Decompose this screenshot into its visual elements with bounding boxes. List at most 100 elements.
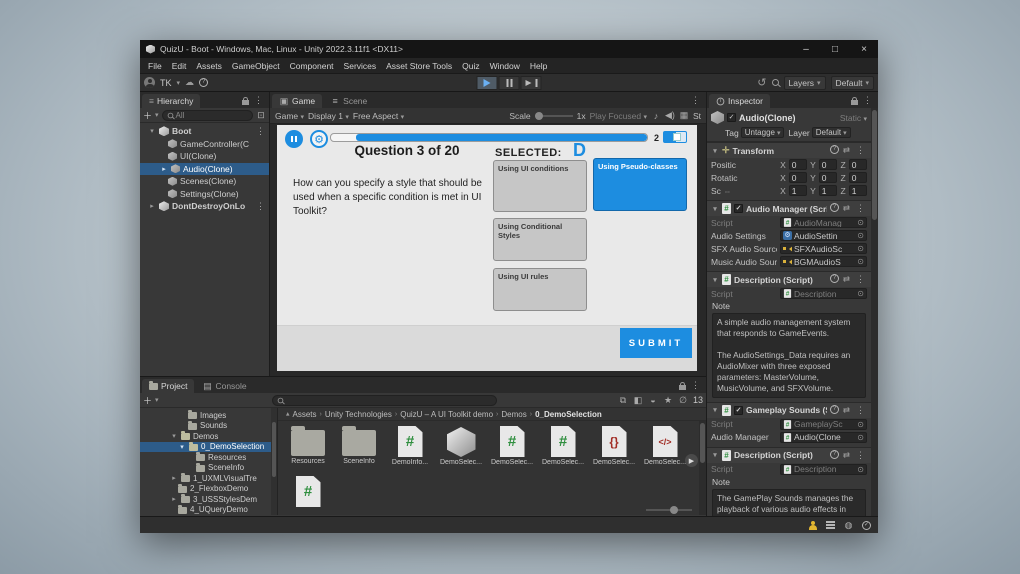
display-dropdown[interactable]: Display 1 ▾ [308,111,349,121]
menu-asset-store-tools[interactable]: Asset Store Tools [381,60,457,72]
object-picker-icon[interactable]: ⊙ [857,420,864,429]
display-target-dropdown[interactable]: Game ▾ [275,111,304,121]
hierarchy-add-button[interactable]: ＋ [143,109,152,122]
presets-icon[interactable]: ⇄ [843,405,850,416]
hierarchy-add-dropdown-icon[interactable]: ▾ [155,111,159,119]
hierarchy-menu-icon[interactable]: ⋮ [252,95,265,106]
project-search-input[interactable] [272,395,497,406]
background-tasks-icon[interactable]: ✓ [861,520,872,531]
more-assets-arrow[interactable]: ▶ [685,454,698,467]
static-dropdown[interactable]: Static ▾ [840,113,867,123]
tab-hierarchy[interactable]: ≡Hierarchy [142,94,200,108]
maximize-button[interactable]: □ [823,40,847,58]
layout-dropdown[interactable]: Default▾ [831,76,874,90]
icon-size-slider[interactable] [646,509,692,511]
answer-option-b[interactable]: Using Conditional Styles [493,218,587,261]
hierarchy-item-dontdestroyonload[interactable]: ▸ DontDestroyOnLo ⋮ [140,200,269,213]
audio-manager-object-field[interactable]: #Audio(Clone⊙ [780,432,867,443]
scale-x-field[interactable]: 1 [789,185,807,196]
scale-y-field[interactable]: 1 [819,185,837,196]
tree-scrollbar[interactable] [271,408,277,515]
project-lock-icon[interactable] [679,385,686,390]
tree-item-0-demoselection[interactable]: ▾0_DemoSelection [140,442,277,453]
rotation-z-field[interactable]: 0 [849,172,867,183]
menu-services[interactable]: Services [339,60,382,72]
hierarchy-item-audio[interactable]: ▸Audio(Clone) [140,163,269,176]
minimize-button[interactable]: – [794,40,818,58]
undo-history-icon[interactable]: ↺ [757,76,766,89]
enabled-checkbox[interactable]: ✓ [734,406,743,415]
answer-option-d-selected[interactable]: Using Pseudo-classes [593,158,687,211]
tree-item-1-uxmlvisualtree[interactable]: ▸1_UXMLVisualTre [140,473,277,484]
foldout-icon[interactable]: ▾ [711,406,719,414]
submit-button[interactable]: SUBMIT [620,328,692,358]
tree-item-sceneinfo[interactable]: SceneInfo [140,463,277,474]
hierarchy-item-settings[interactable]: Settings(Clone) [140,188,269,201]
tag-dropdown[interactable]: Untagge▾ [741,127,785,138]
content-scrollbar[interactable] [699,421,706,515]
help-icon[interactable]: ? [830,405,839,414]
tab-game[interactable]: ▣Game [272,94,322,108]
script-object-field[interactable]: #GameplaySc⊙ [780,419,867,430]
account-avatar[interactable] [144,77,155,88]
scene-options-icon[interactable]: ⋮ [254,126,267,137]
menu-file[interactable]: File [143,60,167,72]
script-object-field[interactable]: #Description⊙ [780,464,867,475]
asset-sceneinfo-folder[interactable]: SceneInfo [339,426,379,466]
hierarchy-filter-icon[interactable]: ⊡ [256,110,266,120]
foldout-icon[interactable]: ▾ [711,276,719,284]
notifications-icon[interactable]: ◍ [843,520,854,531]
enabled-checkbox[interactable]: ✓ [734,204,743,213]
component-menu-icon[interactable]: ⋮ [854,405,867,416]
filter-by-label-icon[interactable]: ◒ [648,395,658,405]
layers-dropdown[interactable]: Layers▾ [784,76,826,90]
tree-item-3-ussstylesdemo[interactable]: ▸3_USSStylesDem [140,494,277,505]
presets-icon[interactable]: ⇄ [843,203,850,214]
menu-quiz[interactable]: Quiz [457,60,484,72]
asset-demoinfo-script[interactable]: #DemoInfo... [390,426,430,466]
collab-status-icon[interactable] [807,520,818,531]
project-menu-icon[interactable]: ⋮ [689,380,702,391]
note-text-area[interactable]: The GamePlay Sounds manages the playback… [712,489,866,516]
open-in-search-icon[interactable]: ⧉ [618,395,628,405]
account-name[interactable]: TK [160,78,172,88]
favorites-star-icon[interactable]: ★ [663,395,673,405]
tab-inspector[interactable]: iInspector [709,94,770,108]
hierarchy-item-scenes[interactable]: Scenes(Clone) [140,175,269,188]
project-add-button[interactable]: ＋ [143,394,152,407]
asset-demoselection-scene[interactable]: DemoSelec... [441,426,481,466]
object-picker-icon[interactable]: ⊙ [857,257,864,266]
crumb-unity-technologies[interactable]: Unity Technologies [325,410,392,419]
sfx-audio-source-object-field[interactable]: SFXAudioSc⊙ [780,243,867,254]
scene-options-icon[interactable]: ⋮ [254,201,267,212]
hierarchy-item-ui[interactable]: UI(Clone) [140,150,269,163]
script-object-field[interactable]: #AudioManag⊙ [780,217,867,228]
tree-item-resources[interactable]: Resources [140,452,277,463]
help-icon[interactable]: ? [830,145,839,154]
tree-item-demos[interactable]: ▾Demos [140,431,277,442]
cache-server-icon[interactable] [825,520,836,531]
pause-button[interactable] [499,76,520,90]
uniform-scale-link-icon[interactable]: ⇔ [723,186,732,196]
tree-item-sounds[interactable]: Sounds [140,421,277,432]
play-focused-dropdown[interactable]: Play Focused ▾ [590,111,647,121]
close-button[interactable]: × [852,40,876,58]
object-picker-icon[interactable]: ⊙ [857,218,864,227]
component-menu-icon[interactable]: ⋮ [854,274,867,285]
tree-item-images[interactable]: Images [140,410,277,421]
inspector-menu-icon[interactable]: ⋮ [861,95,874,106]
tab-scene[interactable]: ≡Scene [323,94,374,108]
global-search-icon[interactable] [772,79,779,86]
hierarchy-search-input[interactable]: All [162,110,253,121]
hierarchy-lock-icon[interactable] [242,100,249,105]
asset-demoselection-uss[interactable]: {}DemoSelec... [594,426,634,466]
tree-item-2-flexboxdemo[interactable]: 2_FlexboxDemo [140,484,277,495]
menu-edit[interactable]: Edit [167,60,192,72]
gameobject-name-field[interactable]: Audio(Clone) [739,113,837,123]
object-picker-icon[interactable]: ⊙ [857,244,864,253]
crumb-0-demoselection[interactable]: 0_DemoSelection [535,410,602,419]
rotation-y-field[interactable]: 0 [819,172,837,183]
stats-label[interactable]: St [693,111,701,121]
quiz-lives-toggle[interactable] [663,131,687,143]
help-icon[interactable]: ? [199,78,208,87]
